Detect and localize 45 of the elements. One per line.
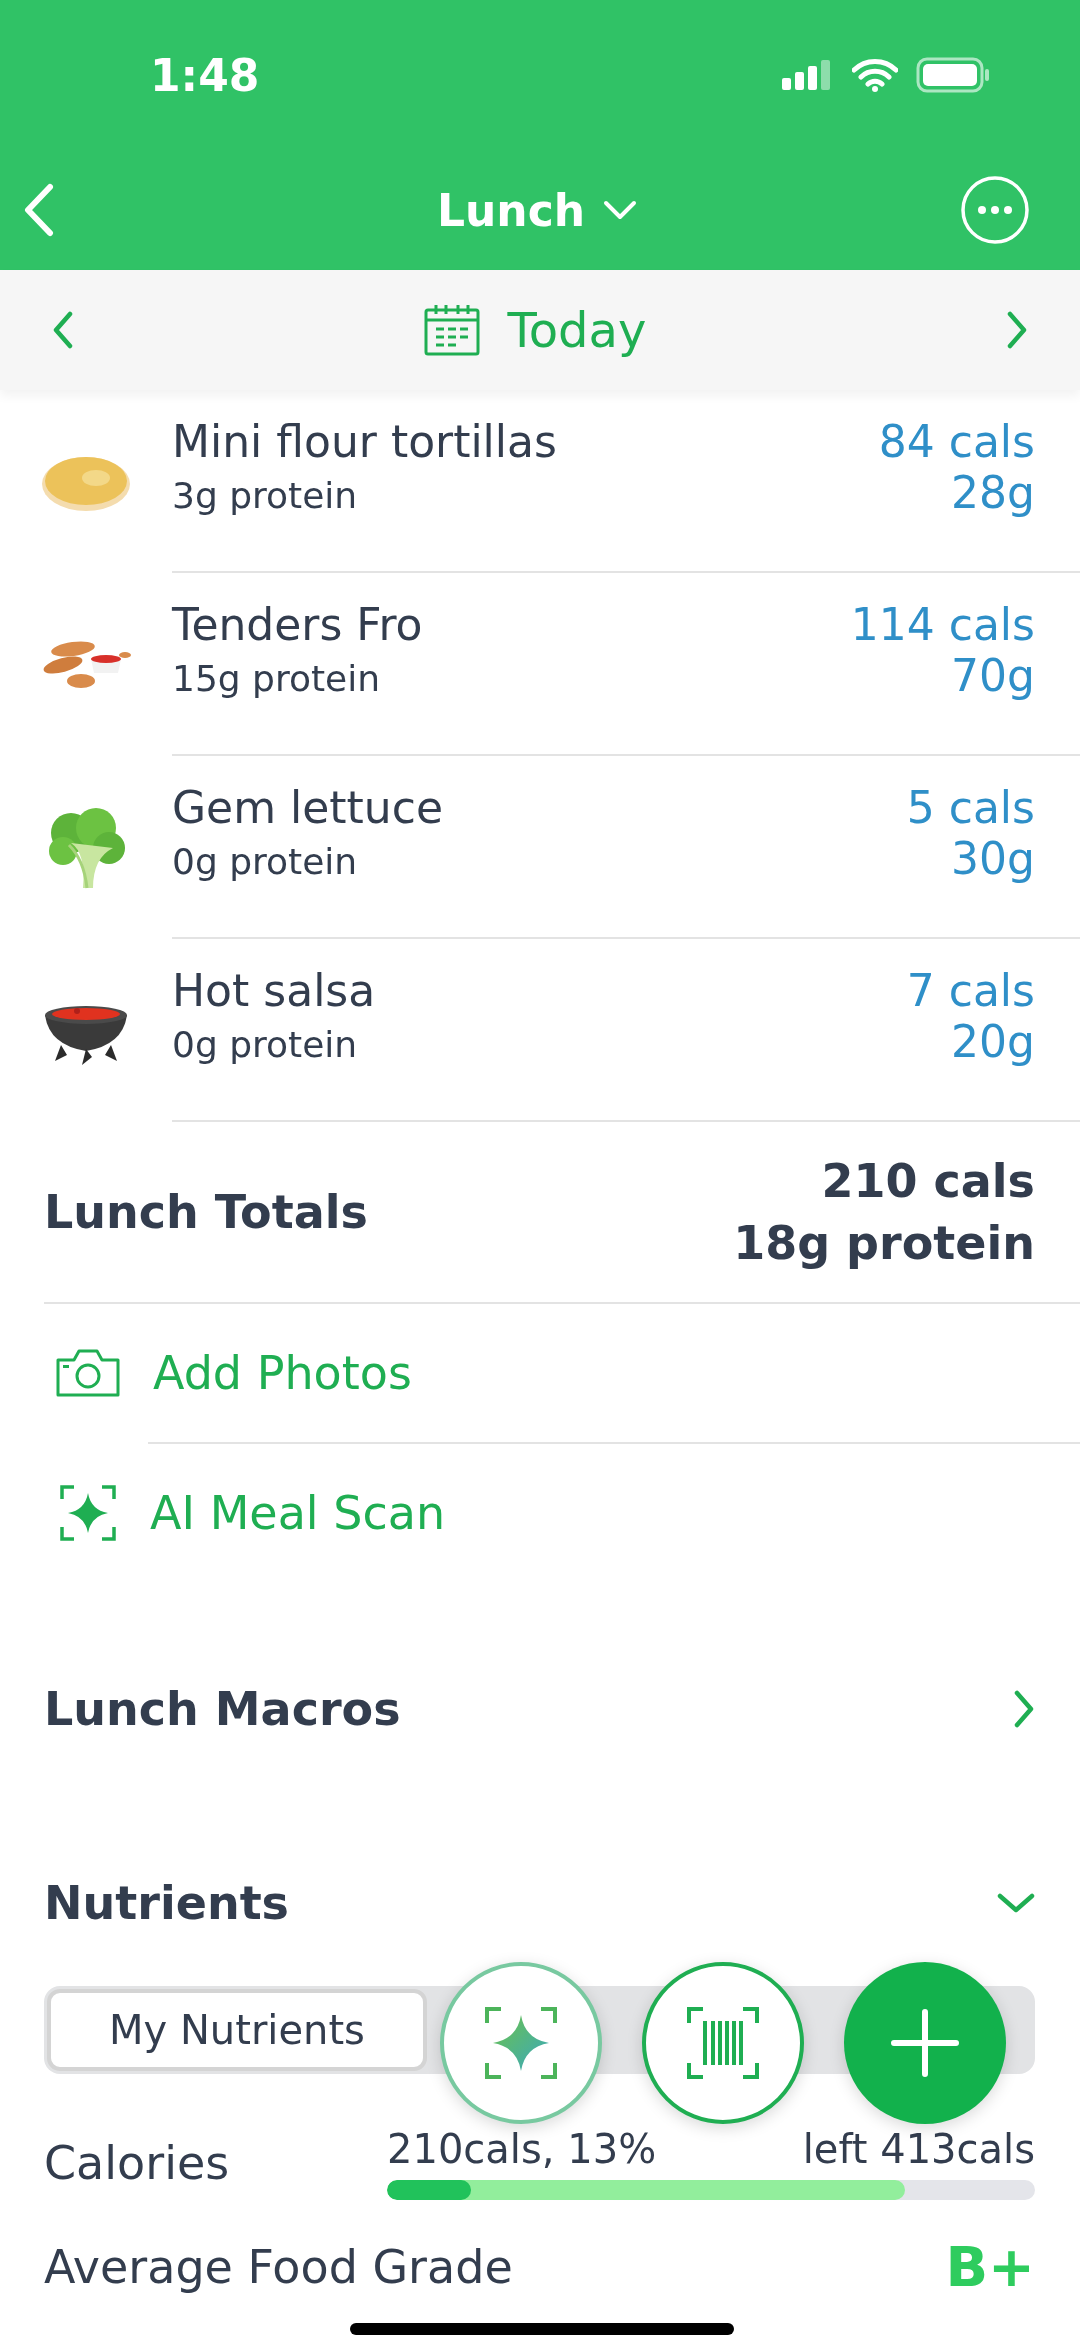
segment-tab[interactable]: My Nutrients xyxy=(47,1989,427,2071)
calories-label: Calories xyxy=(44,2136,230,2190)
camera-icon xyxy=(55,1348,121,1398)
food-calories: 5 cals xyxy=(906,782,1035,833)
chevron-down-icon xyxy=(603,200,638,220)
calendar-icon xyxy=(423,304,480,356)
food-amount: 20g xyxy=(951,1016,1035,1067)
food-row[interactable]: Mini flour tortillas 84 cals 3g protein 28g xyxy=(0,390,1080,573)
more-icon[interactable] xyxy=(960,175,1030,245)
food-name: Tenders Fro xyxy=(172,599,423,650)
food-name: Hot salsa xyxy=(172,965,376,1016)
chevron-left-icon[interactable] xyxy=(52,311,74,349)
plus-icon xyxy=(890,2008,960,2078)
food-calories: 114 cals xyxy=(850,599,1035,650)
food-calories: 7 cals xyxy=(906,965,1035,1016)
calories-consumed: 210cals, 13% xyxy=(387,2126,657,2172)
nutrients-heading: Nutrients xyxy=(44,1876,289,1930)
grade-label: Average Food Grade xyxy=(44,2239,513,2294)
status-time: 1:48 xyxy=(150,49,260,101)
food-protein: 0g protein xyxy=(172,1024,358,1065)
totals-calories: 210 cals xyxy=(821,1153,1035,1210)
back-icon[interactable] xyxy=(22,183,54,237)
food-row[interactable]: Gem lettuce 5 cals 0g protein 30g xyxy=(0,756,1080,939)
totals-protein: 18g protein xyxy=(733,1215,1035,1272)
food-name: Mini flour tortillas xyxy=(172,416,557,467)
food-name: Gem lettuce xyxy=(172,782,443,833)
food-protein: 15g protein xyxy=(172,658,381,699)
food-row[interactable]: Hot salsa 7 cals 0g protein 20g xyxy=(0,939,1080,1122)
chevron-icon[interactable] xyxy=(997,1892,1035,1914)
food-amount: 28g xyxy=(951,467,1035,518)
wifi-icon xyxy=(852,58,898,92)
chevron-right-icon[interactable] xyxy=(1006,311,1028,349)
totals-label: Lunch Totals xyxy=(44,1185,368,1239)
food-row[interactable]: Tenders Fro 114 cals 15g protein 70g xyxy=(0,573,1080,756)
chevron-right-icon xyxy=(1013,1690,1035,1728)
food-protein: 0g protein xyxy=(172,841,358,882)
calories-left: left 413cals xyxy=(802,2126,1035,2172)
food-grade: B+ xyxy=(945,2234,1035,2299)
food-amount: 30g xyxy=(951,833,1035,884)
food-amount: 70g xyxy=(951,650,1035,701)
battery-icon xyxy=(916,57,990,93)
food-protein: 3g protein xyxy=(172,475,358,516)
food-calories: 84 cals xyxy=(878,416,1035,467)
sparkle-scan-icon xyxy=(58,1483,118,1543)
macros-row[interactable]: Lunch Macros xyxy=(0,1682,1080,1736)
